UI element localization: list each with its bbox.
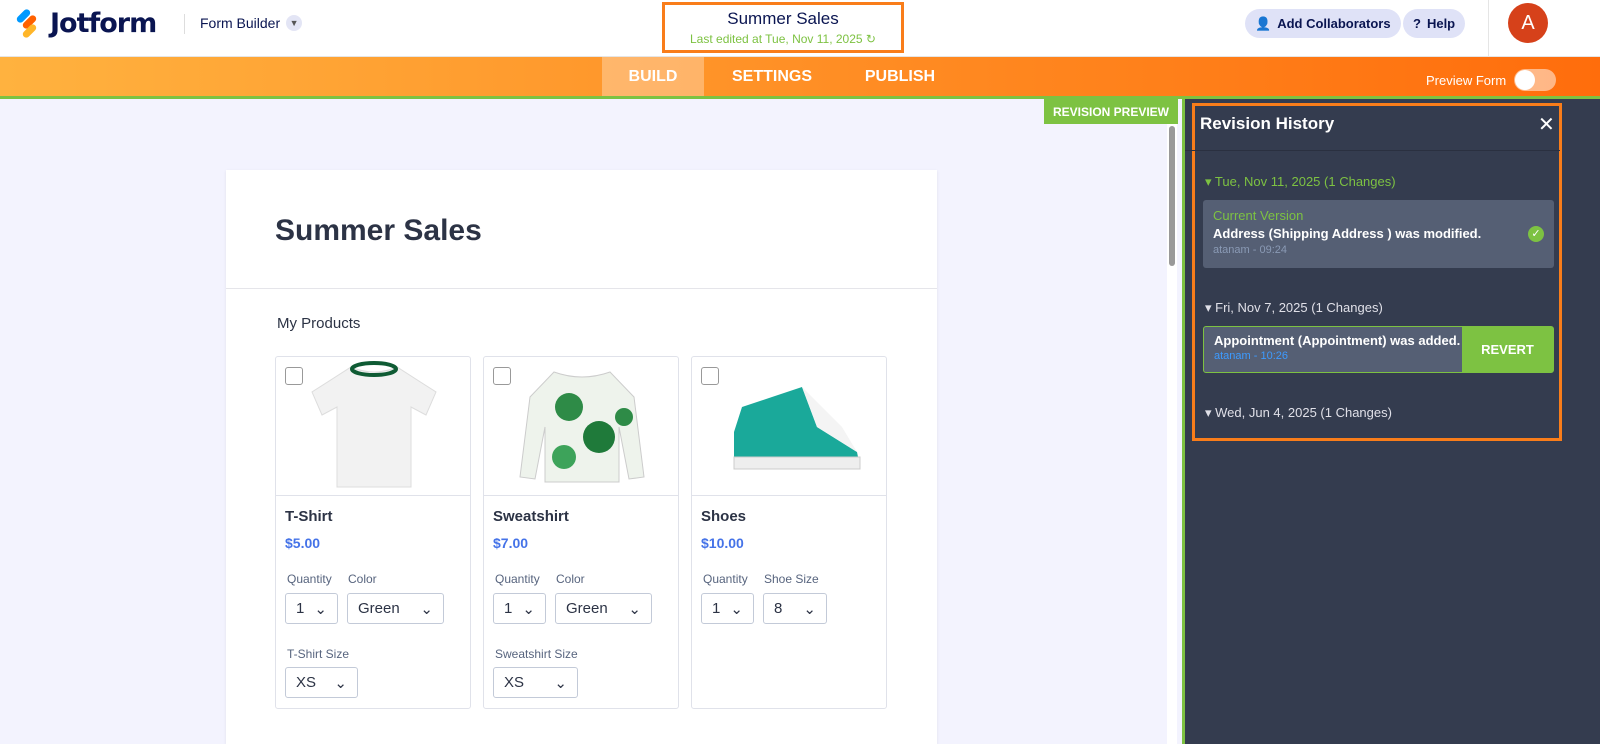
chevron-down-icon: ⌄ bbox=[554, 674, 567, 692]
divider bbox=[1185, 150, 1560, 151]
chevron-down-icon: ⌄ bbox=[628, 600, 641, 618]
color-select[interactable]: Green ⌄ bbox=[555, 593, 652, 624]
revision-preview-badge: REVISION PREVIEW bbox=[1044, 99, 1178, 124]
product-price: $7.00 bbox=[493, 535, 529, 551]
preview-form-toggle[interactable]: Preview Form bbox=[1426, 69, 1557, 91]
nav-bar: BUILD SETTINGS PUBLISH Preview Form bbox=[0, 57, 1600, 99]
brand-name: Jotform bbox=[50, 8, 157, 39]
shoes-image bbox=[692, 357, 886, 496]
highlight-box bbox=[1192, 103, 1562, 441]
shoe-icon bbox=[733, 387, 861, 470]
quantity-label: Quantity bbox=[495, 572, 540, 586]
quantity-label: Quantity bbox=[287, 572, 332, 586]
product-name: Sweatshirt bbox=[493, 508, 569, 525]
avatar[interactable]: A bbox=[1508, 3, 1548, 43]
collab-label: Add Collaborators bbox=[1277, 16, 1391, 31]
revision-item-current[interactable]: Current Version Address (Shipping Addres… bbox=[1203, 200, 1554, 268]
help-button[interactable]: ? Help bbox=[1403, 9, 1466, 38]
help-label: Help bbox=[1426, 16, 1456, 31]
shoe-size-label: Shoe Size bbox=[764, 572, 819, 586]
current-version-label: Current Version bbox=[1213, 208, 1304, 223]
color-label: Color bbox=[348, 572, 377, 586]
last-edited[interactable]: Last edited at Tue, Nov 11, 2025 bbox=[690, 32, 863, 46]
revision-item[interactable]: Appointment (Appointment) was added. ata… bbox=[1203, 326, 1554, 373]
panel-title: Revision History bbox=[1200, 114, 1335, 133]
revert-button[interactable]: REVERT bbox=[1462, 327, 1553, 372]
jotform-logo[interactable]: Jotform bbox=[10, 7, 157, 39]
quantity-select[interactable]: 1 ⌄ bbox=[285, 593, 338, 624]
chevron-down-icon: ⌄ bbox=[420, 600, 433, 618]
quantity-label: Quantity bbox=[703, 572, 748, 586]
product-card-shoes: Shoes $10.00 Quantity Shoe Size 1 ⌄ 8 ⌄ bbox=[691, 356, 887, 709]
product-name: Shoes bbox=[701, 508, 747, 525]
close-icon[interactable]: ✕ bbox=[1538, 112, 1555, 137]
size-label: Sweatshirt Size bbox=[495, 647, 578, 661]
user-icon: 👤 bbox=[1255, 15, 1272, 31]
product-price: $5.00 bbox=[285, 535, 321, 551]
section-label: My Products bbox=[277, 315, 361, 332]
divider bbox=[226, 288, 937, 289]
chevron-down-icon: ▼ bbox=[286, 15, 303, 31]
product-checkbox[interactable] bbox=[701, 367, 719, 385]
builder-label: Form Builder bbox=[200, 15, 281, 31]
color-select[interactable]: Green ⌄ bbox=[347, 593, 444, 624]
divider bbox=[184, 14, 185, 34]
size-select[interactable]: XS ⌄ bbox=[493, 667, 578, 698]
tab-settings[interactable]: SETTINGS bbox=[712, 57, 832, 96]
top-header: Jotform Form Builder ▼ Summer Sales Last … bbox=[0, 0, 1600, 57]
scrollbar[interactable] bbox=[1167, 124, 1177, 744]
divider bbox=[1488, 0, 1489, 57]
size-label: T-Shirt Size bbox=[287, 647, 350, 661]
revision-day-toggle[interactable]: ▾ Fri, Nov 7, 2025 (1 Changes) bbox=[1205, 300, 1383, 316]
product-price: $10.00 bbox=[701, 535, 744, 551]
sweatshirt-image bbox=[484, 357, 678, 496]
history-icon[interactable]: ↻ bbox=[866, 32, 876, 46]
form-builder-dropdown[interactable]: Form Builder ▼ bbox=[200, 15, 303, 31]
product-checkbox[interactable] bbox=[493, 367, 511, 385]
quantity-select[interactable]: 1 ⌄ bbox=[701, 593, 754, 624]
product-card-sweatshirt: Sweatshirt $7.00 Quantity Color 1 ⌄ Green… bbox=[483, 356, 679, 709]
shoe-size-select[interactable]: 8 ⌄ bbox=[763, 593, 827, 624]
quantity-select[interactable]: 1 ⌄ bbox=[493, 593, 546, 624]
revision-day-toggle[interactable]: ▾ Tue, Nov 11, 2025 (1 Changes) bbox=[1205, 174, 1396, 190]
form-canvas: Summer Sales My Products T-Shirt $5.00 Q… bbox=[226, 170, 937, 744]
preview-label: Preview Form bbox=[1426, 72, 1507, 88]
toggle-switch[interactable] bbox=[1514, 69, 1557, 91]
chevron-down-icon: ⌄ bbox=[334, 674, 347, 692]
change-text: Address (Shipping Address ) was modified… bbox=[1213, 226, 1482, 241]
chevron-down-icon: ⌄ bbox=[522, 600, 535, 618]
form-heading: Summer Sales bbox=[275, 214, 482, 247]
color-label: Color bbox=[556, 572, 585, 586]
chevron-down-icon: ⌄ bbox=[314, 600, 327, 618]
tshirt-image bbox=[276, 357, 470, 496]
check-circle-icon: ✓ bbox=[1528, 226, 1544, 242]
chevron-down-icon: ⌄ bbox=[803, 600, 816, 618]
product-card-tshirt: T-Shirt $5.00 Quantity Color 1 ⌄ Green ⌄ T… bbox=[275, 356, 471, 709]
chevron-down-icon: ⌄ bbox=[730, 600, 743, 618]
tshirt-icon bbox=[311, 361, 437, 488]
size-select[interactable]: XS ⌄ bbox=[285, 667, 358, 698]
product-checkbox[interactable] bbox=[285, 367, 303, 385]
change-meta: atanam - 09:24 bbox=[1213, 244, 1287, 256]
tab-build[interactable]: BUILD bbox=[602, 57, 704, 96]
tab-publish[interactable]: PUBLISH bbox=[848, 57, 952, 96]
form-title-box: Summer Sales Last edited at Tue, Nov 11,… bbox=[662, 2, 904, 53]
help-icon: ? bbox=[1413, 16, 1421, 31]
sweatshirt-icon bbox=[519, 371, 645, 483]
product-name: T-Shirt bbox=[285, 508, 333, 525]
add-collaborators-button[interactable]: 👤 Add Collaborators bbox=[1245, 9, 1401, 38]
logo-icon bbox=[10, 7, 40, 39]
revision-day-toggle[interactable]: ▾ Wed, Jun 4, 2025 (1 Changes) bbox=[1205, 405, 1392, 421]
form-title[interactable]: Summer Sales bbox=[665, 9, 901, 29]
